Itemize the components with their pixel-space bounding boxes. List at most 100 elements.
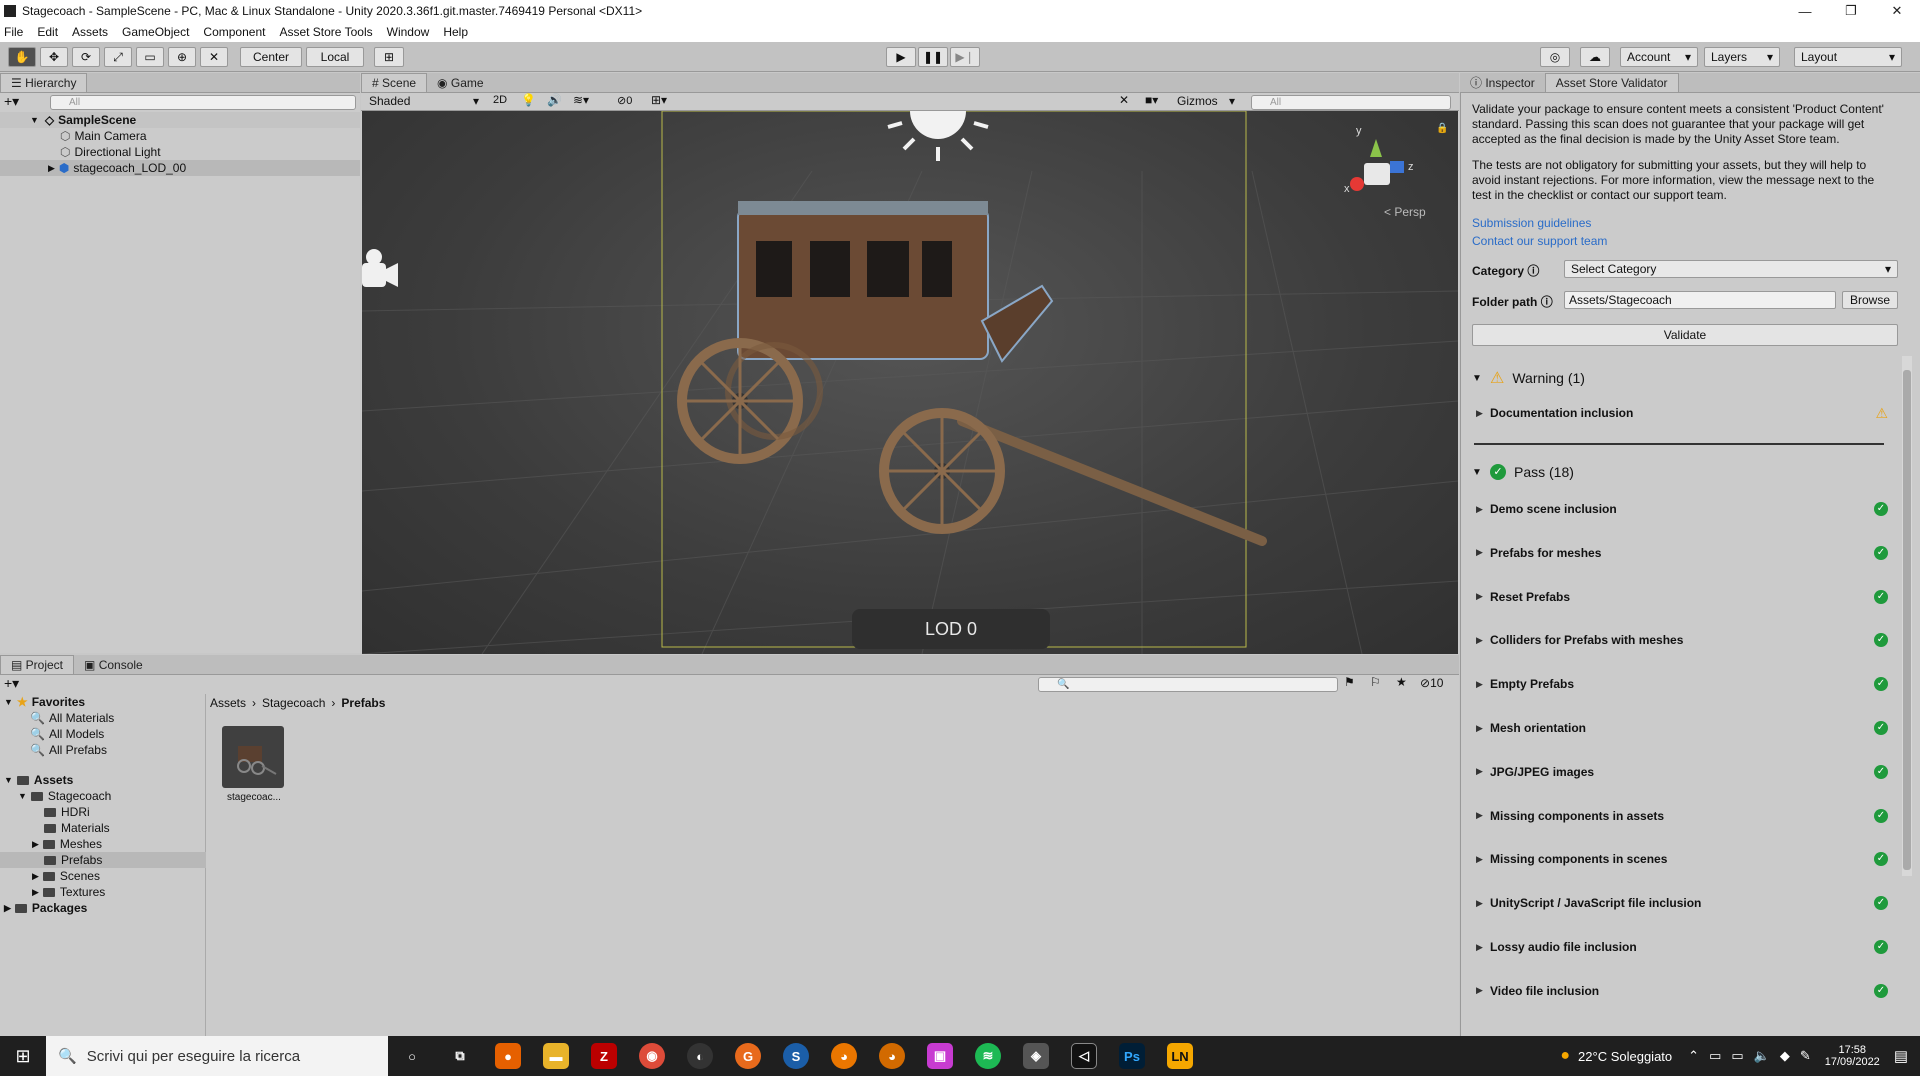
rotate-tool-icon[interactable]: ⟳ — [72, 47, 100, 67]
orientation-gizmo[interactable]: y z x — [1342, 111, 1422, 201]
expand-arrow-icon[interactable]: ▼ — [4, 775, 13, 785]
validate-button[interactable]: Validate — [1472, 324, 1898, 346]
tray-chevron-icon[interactable]: ⌃ — [1688, 1048, 1699, 1064]
cortana-icon[interactable]: ○ — [399, 1043, 425, 1069]
menu-asset-store-tools[interactable]: Asset Store Tools — [279, 25, 372, 39]
hierarchy-search-input[interactable]: All — [50, 95, 356, 110]
pass-item[interactable]: ▶ Reset Prefabs ✓ — [1476, 589, 1896, 604]
app-gradient-icon[interactable]: ▣ — [927, 1043, 953, 1069]
folder-stagecoach[interactable]: ▼ Stagecoach — [0, 788, 111, 804]
expand-arrow-icon[interactable]: ▶ — [1476, 591, 1490, 602]
layers-dropdown[interactable]: Layers ▾ — [1704, 47, 1780, 67]
menu-window[interactable]: Window — [387, 25, 430, 39]
camera-gizmo-icon[interactable] — [362, 249, 398, 287]
expand-arrow-icon[interactable]: ▶ — [32, 871, 39, 882]
chrome-icon[interactable]: ◉ — [639, 1043, 665, 1069]
contact-support-link[interactable]: Contact our support team — [1472, 234, 1607, 248]
spotify-icon[interactable]: ≋ — [975, 1043, 1001, 1069]
category-dropdown[interactable]: Select Category ▾ — [1564, 260, 1898, 278]
expand-arrow-icon[interactable]: ▶ — [1476, 547, 1490, 558]
warning-item[interactable]: ▶ Documentation inclusion ⚠ — [1476, 405, 1896, 421]
warning-group-header[interactable]: ▼ ⚠ Warning (1) — [1472, 368, 1585, 388]
folder-prefabs[interactable]: Prefabs — [0, 852, 206, 868]
expand-arrow-icon[interactable]: ▶ — [32, 839, 39, 850]
expand-arrow-icon[interactable]: ▼ — [18, 791, 27, 801]
tab-game[interactable]: ◉ Game — [427, 73, 494, 92]
tab-hierarchy[interactable]: ☰ Hierarchy — [0, 73, 88, 92]
assets-root-row[interactable]: ▼ Assets — [0, 772, 73, 788]
tab-project[interactable]: ▤ Project — [0, 655, 75, 674]
pass-item[interactable]: ▶ Lossy audio file inclusion ✓ — [1476, 940, 1896, 954]
folder-materials[interactable]: Materials — [0, 820, 110, 836]
meet-now-icon[interactable]: ▭ — [1709, 1048, 1721, 1064]
expand-arrow-icon[interactable]: ▶ — [48, 163, 55, 174]
tab-scene[interactable]: # Scene — [361, 73, 428, 92]
scale-tool-icon[interactable]: ⤢ — [104, 47, 132, 67]
taskbar-search[interactable]: 🔍 Scrivi qui per eseguire la ricerca — [46, 1036, 388, 1076]
pass-item[interactable]: ▶ Missing components in assets ✓ — [1476, 808, 1896, 823]
hierarchy-item-stagecoach[interactable]: ▶ ⬢ stagecoach_LOD_00 — [0, 160, 360, 176]
pass-item[interactable]: ▶ Mesh orientation ✓ — [1476, 721, 1896, 735]
lock-icon[interactable]: 🔒 — [1436, 123, 1448, 134]
pass-item[interactable]: ▶ UnityScript / JavaScript file inclusion… — [1476, 896, 1896, 911]
pass-group-header[interactable]: ▼ ✓ Pass (18) — [1472, 464, 1574, 480]
pause-button[interactable]: ❚❚ — [918, 47, 948, 67]
hidden-packages-toggle[interactable]: ⊘10 — [1420, 676, 1443, 690]
expand-arrow-icon[interactable]: ▶ — [1476, 766, 1490, 777]
scene-viewport[interactable]: y z x < Persp 🔒 LOD 0 — [362, 111, 1458, 654]
pass-item[interactable]: ▶ Demo scene inclusion ✓ — [1476, 502, 1896, 516]
scrollbar-thumb[interactable] — [1903, 370, 1911, 870]
breadcrumb-prefabs[interactable]: Prefabs — [341, 696, 385, 710]
submission-guidelines-link[interactable]: Submission guidelines — [1472, 216, 1591, 230]
hierarchy-item-directional-light[interactable]: ⬡ Directional Light — [0, 144, 161, 160]
expand-arrow-icon[interactable]: ▶ — [1476, 635, 1490, 646]
dropbox-icon[interactable]: ◆ — [1780, 1048, 1790, 1064]
y-axis-cone-icon[interactable] — [1370, 139, 1382, 157]
z-axis-cone-icon[interactable] — [1390, 161, 1404, 173]
weather-text[interactable]: 22°C Soleggiato — [1578, 1049, 1672, 1064]
pass-item[interactable]: ▶ Missing components in scenes ✓ — [1476, 852, 1896, 867]
app-icon[interactable]: ◐ — [687, 1043, 713, 1069]
menu-file[interactable]: File — [4, 25, 23, 39]
folder-hdri[interactable]: HDRi — [0, 804, 90, 820]
folder-scenes[interactable]: ▶ Scenes — [0, 868, 100, 884]
pass-item[interactable]: ▶ Video file inclusion ✓ — [1476, 983, 1896, 998]
account-dropdown[interactable]: Account ▾ — [1620, 47, 1698, 67]
camera-icon[interactable]: ■▾ — [1145, 93, 1158, 107]
blender-alt-icon[interactable]: ◕ — [879, 1043, 905, 1069]
2d-toggle[interactable]: 2D — [487, 94, 513, 106]
help-icon[interactable]: ⓘ — [1527, 264, 1539, 278]
play-button[interactable]: ▶ — [886, 47, 916, 67]
expand-arrow-icon[interactable]: ▶ — [1476, 898, 1490, 909]
expand-arrow-icon[interactable]: ▶ — [1476, 723, 1490, 734]
close-button[interactable]: ✕ — [1874, 3, 1920, 19]
scene-root-row[interactable]: ▼ ◇ SampleScene — [0, 112, 360, 128]
add-icon[interactable]: +▾ — [4, 93, 19, 110]
pass-item[interactable]: ▶ Colliders for Prefabs with meshes ✓ — [1476, 633, 1896, 648]
gizmos-dropdown[interactable]: Gizmos ▾ — [1177, 94, 1235, 108]
layout-dropdown[interactable]: Layout ▾ — [1794, 47, 1902, 67]
validator-scrollbar[interactable] — [1902, 356, 1912, 876]
tab-inspector[interactable]: ⓘ Inspector — [1460, 73, 1545, 92]
minimize-button[interactable]: — — [1782, 4, 1828, 19]
effects-icon[interactable]: ≋▾ — [573, 93, 589, 107]
gizmo-cube-icon[interactable] — [1364, 163, 1390, 185]
expand-arrow-icon[interactable]: ▼ — [1472, 467, 1490, 478]
filter-label-icon[interactable]: ⚐ — [1370, 675, 1381, 689]
folder-meshes[interactable]: ▶ Meshes — [0, 836, 102, 852]
pass-item[interactable]: ▶ JPG/JPEG images ✓ — [1476, 764, 1896, 779]
unity-editor-icon[interactable]: ◁ — [1071, 1043, 1097, 1069]
menu-component[interactable]: Component — [203, 25, 265, 39]
favorites-row[interactable]: ▼ ★ Favorites — [0, 694, 85, 710]
pivot-center-button[interactable]: Center — [240, 47, 302, 67]
project-search-input[interactable]: 🔍 — [1038, 677, 1338, 692]
volume-icon[interactable]: 🔈 — [1754, 1048, 1770, 1064]
app-s-icon[interactable]: S — [783, 1043, 809, 1069]
cloud-icon[interactable]: ☁ — [1580, 47, 1610, 67]
menu-assets[interactable]: Assets — [72, 25, 108, 39]
expand-arrow-icon[interactable]: ▶ — [1476, 408, 1490, 419]
favorite-item[interactable]: 🔍 All Materials — [0, 710, 114, 726]
help-icon[interactable]: ⓘ — [1541, 295, 1553, 309]
file-explorer-icon[interactable]: ▬ — [543, 1043, 569, 1069]
packages-row[interactable]: ▶ Packages — [0, 900, 87, 916]
